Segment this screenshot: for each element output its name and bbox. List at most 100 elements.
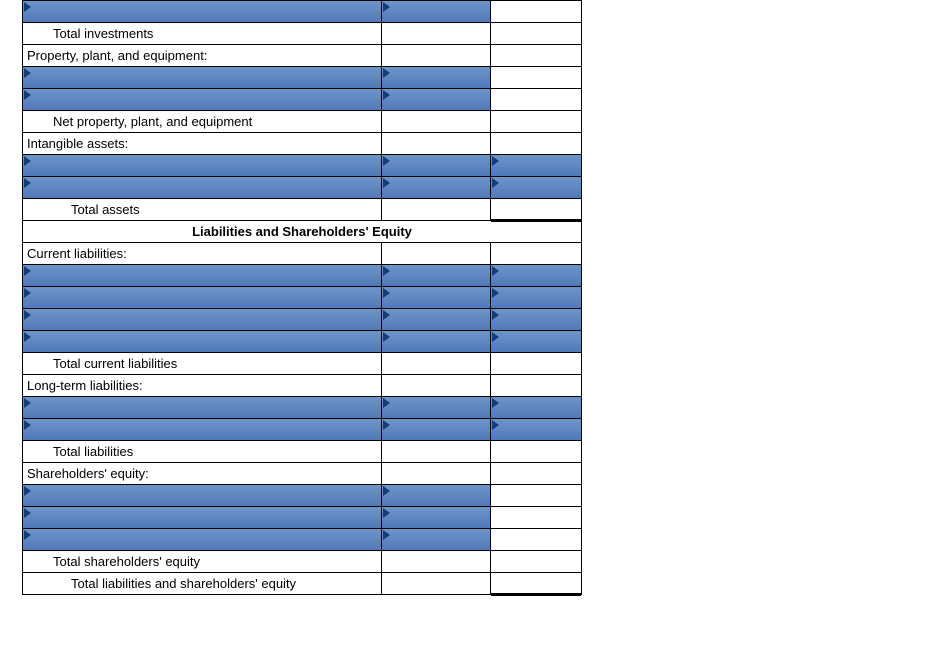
ppe-header-label: Property, plant, and equipment: bbox=[23, 45, 382, 66]
label-input[interactable] bbox=[23, 485, 382, 506]
amount-cell bbox=[382, 199, 492, 220]
amount-cell bbox=[491, 133, 581, 154]
label-input[interactable] bbox=[23, 507, 382, 528]
label-input[interactable] bbox=[23, 265, 382, 286]
amount-input[interactable] bbox=[382, 485, 492, 506]
amount-input[interactable] bbox=[382, 67, 492, 88]
total-assets-amount bbox=[491, 199, 581, 220]
label-input[interactable] bbox=[23, 1, 382, 22]
table-row: Total current liabilities bbox=[23, 352, 581, 374]
table-row: Total investments bbox=[23, 22, 581, 44]
net-ppe-label: Net property, plant, and equipment bbox=[23, 111, 382, 132]
amount-input[interactable] bbox=[382, 507, 492, 528]
table-row bbox=[23, 506, 581, 528]
table-row bbox=[23, 154, 581, 176]
amount-input[interactable] bbox=[491, 331, 581, 352]
table-row: Total assets bbox=[23, 198, 581, 220]
amount-cell bbox=[491, 463, 581, 484]
label-input[interactable] bbox=[23, 309, 382, 330]
amount-cell bbox=[382, 133, 492, 154]
amount-cell bbox=[382, 111, 492, 132]
total-assets-label: Total assets bbox=[23, 199, 382, 220]
amount-input[interactable] bbox=[491, 177, 581, 198]
amount-input[interactable] bbox=[491, 155, 581, 176]
amount-input[interactable] bbox=[382, 287, 492, 308]
amount-input[interactable] bbox=[382, 265, 492, 286]
table-row bbox=[23, 330, 581, 352]
label-input[interactable] bbox=[23, 529, 382, 550]
table-row bbox=[23, 264, 581, 286]
amount-cell bbox=[491, 441, 581, 462]
table-row: Total liabilities and shareholders' equi… bbox=[23, 572, 581, 594]
total-liabilities-label: Total liabilities bbox=[23, 441, 382, 462]
amount-cell bbox=[382, 463, 492, 484]
amount-cell bbox=[491, 23, 581, 44]
amount-cell bbox=[491, 1, 581, 22]
amount-input[interactable] bbox=[382, 89, 492, 110]
section-header-row: Liabilities and Shareholders' Equity bbox=[23, 220, 581, 242]
amount-cell bbox=[382, 375, 492, 396]
table-row bbox=[23, 0, 581, 22]
table-row bbox=[23, 418, 581, 440]
table-row bbox=[23, 528, 581, 550]
table-row bbox=[23, 176, 581, 198]
label-input[interactable] bbox=[23, 155, 382, 176]
table-row: Net property, plant, and equipment bbox=[23, 110, 581, 132]
amount-cell bbox=[491, 45, 581, 66]
label-input[interactable] bbox=[23, 419, 382, 440]
table-row: Current liabilities: bbox=[23, 242, 581, 264]
table-row: Intangible assets: bbox=[23, 132, 581, 154]
amount-cell bbox=[382, 353, 492, 374]
amount-input[interactable] bbox=[382, 1, 492, 22]
amount-cell bbox=[491, 353, 581, 374]
amount-cell bbox=[491, 89, 581, 110]
label-input[interactable] bbox=[23, 397, 382, 418]
liab-equity-header: Liabilities and Shareholders' Equity bbox=[23, 221, 581, 242]
balance-sheet-table: Total investments Property, plant, and e… bbox=[22, 0, 582, 595]
label-input[interactable] bbox=[23, 67, 382, 88]
amount-cell bbox=[382, 243, 492, 264]
label-input[interactable] bbox=[23, 177, 382, 198]
amount-input[interactable] bbox=[491, 419, 581, 440]
label-input[interactable] bbox=[23, 331, 382, 352]
total-current-liab-label: Total current liabilities bbox=[23, 353, 382, 374]
amount-cell bbox=[491, 507, 581, 528]
amount-input[interactable] bbox=[491, 265, 581, 286]
table-row bbox=[23, 88, 581, 110]
total-investments-label: Total investments bbox=[23, 23, 382, 44]
amount-input[interactable] bbox=[382, 309, 492, 330]
amount-input[interactable] bbox=[382, 331, 492, 352]
amount-cell bbox=[491, 485, 581, 506]
label-input[interactable] bbox=[23, 89, 382, 110]
amount-cell bbox=[491, 243, 581, 264]
table-row: Long-term liabilities: bbox=[23, 374, 581, 396]
amount-cell bbox=[491, 67, 581, 88]
amount-input[interactable] bbox=[491, 397, 581, 418]
amount-input[interactable] bbox=[382, 155, 492, 176]
amount-cell bbox=[491, 529, 581, 550]
table-row bbox=[23, 484, 581, 506]
table-row bbox=[23, 396, 581, 418]
amount-cell bbox=[382, 45, 492, 66]
current-liab-header-label: Current liabilities: bbox=[23, 243, 382, 264]
amount-input[interactable] bbox=[382, 397, 492, 418]
amount-input[interactable] bbox=[382, 529, 492, 550]
label-input[interactable] bbox=[23, 287, 382, 308]
amount-cell bbox=[382, 23, 492, 44]
table-row bbox=[23, 66, 581, 88]
amount-input[interactable] bbox=[491, 309, 581, 330]
amount-input[interactable] bbox=[382, 419, 492, 440]
amount-cell bbox=[491, 551, 581, 572]
table-row bbox=[23, 286, 581, 308]
amount-cell bbox=[491, 375, 581, 396]
intangible-header-label: Intangible assets: bbox=[23, 133, 382, 154]
amount-cell bbox=[382, 551, 492, 572]
total-liab-se-label: Total liabilities and shareholders' equi… bbox=[23, 573, 382, 594]
table-row bbox=[23, 308, 581, 330]
table-row: Total shareholders' equity bbox=[23, 550, 581, 572]
amount-input[interactable] bbox=[491, 287, 581, 308]
amount-input[interactable] bbox=[382, 177, 492, 198]
amount-cell bbox=[382, 441, 492, 462]
longterm-liab-header-label: Long-term liabilities: bbox=[23, 375, 382, 396]
amount-cell bbox=[491, 111, 581, 132]
